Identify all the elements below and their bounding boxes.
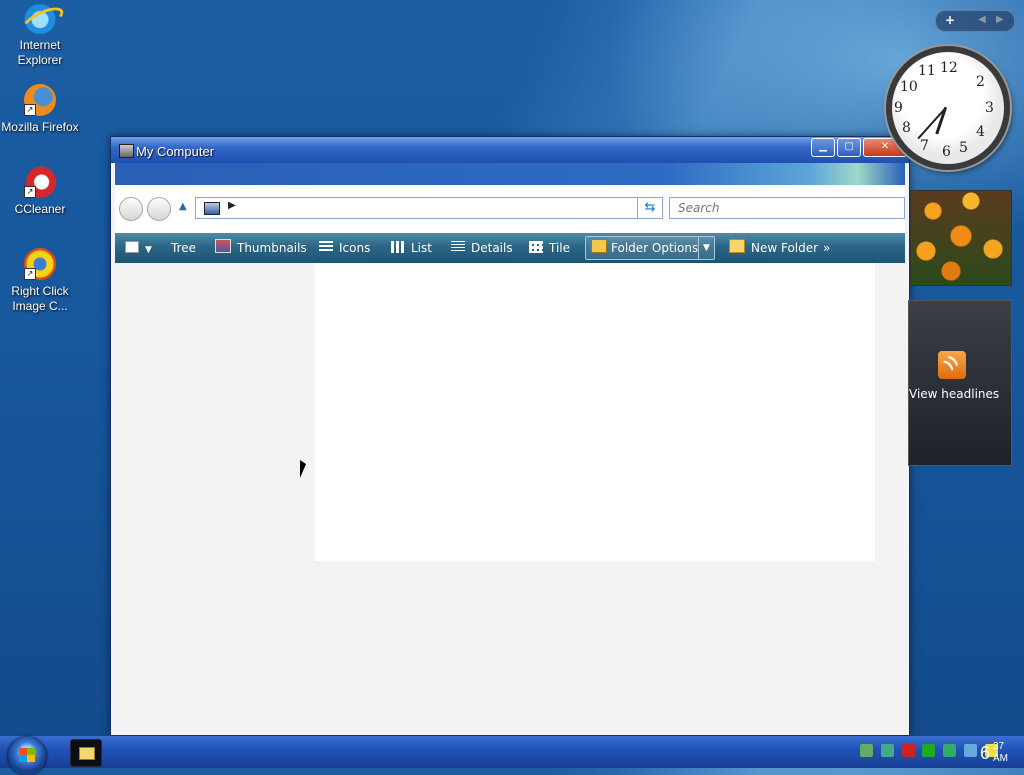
folder-icon (79, 747, 95, 760)
list-button[interactable]: List (391, 239, 432, 257)
up-arrow-icon[interactable]: ▲ (179, 201, 187, 212)
details-view-icon (451, 241, 465, 253)
right-click-image-icon: ↗ (24, 248, 56, 280)
network-icon[interactable] (860, 744, 873, 757)
layout-button[interactable]: ▼ (125, 239, 152, 257)
refresh-button[interactable]: ⇆ (637, 197, 663, 219)
window-title: My Computer (136, 144, 215, 159)
windows-logo-icon (19, 748, 35, 762)
desktop-icon-firefox[interactable]: ↗ Mozilla Firefox (0, 84, 80, 135)
chevron-right-icon: » (823, 241, 831, 255)
desktop-icon-internet-explorer[interactable]: Internet Explorer (0, 2, 80, 68)
tree-button[interactable]: Tree (171, 239, 196, 257)
rss-icon (938, 351, 966, 379)
file-list-pane[interactable] (315, 263, 875, 561)
more-commands-button[interactable]: » (823, 239, 830, 257)
feed-headlines-gadget[interactable]: View headlines (908, 300, 1012, 466)
new-folder-button[interactable]: New Folder (729, 239, 818, 257)
window-titlebar[interactable]: My Computer ▁ ▢ ✕ (111, 137, 909, 163)
list-view-icon (391, 241, 405, 253)
previous-icon[interactable]: ◀ (978, 14, 986, 25)
desktop-icon-ccleaner[interactable]: ↗ CCleaner (0, 166, 80, 217)
minimize-button[interactable]: ▁ (811, 138, 835, 157)
tree-label: Tree (171, 241, 197, 255)
address-field[interactable]: ▶ ▼ (195, 197, 663, 219)
taskbar-explorer-button[interactable] (70, 739, 102, 767)
thumbnails-label: Thumbnails (237, 241, 307, 255)
clock-gadget[interactable]: 12 2 3 4 5 6 7 8 9 10 11 (886, 46, 1010, 170)
new-folder-label: New Folder (751, 241, 819, 255)
clock-ampm: AM (993, 753, 1008, 764)
navigation-pane[interactable] (115, 263, 313, 731)
folder-options-button[interactable]: Folder Options ▼ (585, 236, 715, 260)
desktop-icon-label: Mozilla Firefox (1, 120, 79, 134)
tile-label: Tile (549, 241, 571, 255)
address-bar: ▲ ▶ ▼ ⇆ (115, 185, 905, 233)
next-icon[interactable]: ▶ (996, 14, 1004, 25)
clock-minute: 37 (993, 741, 1005, 752)
taskbar: 6 37 AM (0, 736, 1024, 775)
app-tray-icon[interactable] (964, 744, 978, 757)
mouse-cursor-icon (300, 460, 306, 478)
chevron-down-icon[interactable]: ▼ (698, 237, 714, 259)
computer-icon (204, 202, 220, 215)
maximize-button[interactable]: ▢ (837, 138, 861, 157)
details-button[interactable]: Details (451, 239, 513, 257)
tile-view-icon (529, 241, 543, 253)
start-button[interactable] (8, 737, 46, 775)
shield-icon[interactable] (901, 744, 915, 757)
minute-hand (917, 106, 947, 140)
command-toolbar: ▼ Tree Thumbnails Icons List Details Til… (115, 233, 905, 263)
search-box[interactable] (669, 197, 905, 219)
chevron-down-icon: ▼ (145, 245, 152, 255)
shortcut-arrow-icon: ↗ (24, 268, 36, 280)
forward-button[interactable] (147, 197, 171, 221)
add-gadget-icon[interactable]: + (945, 13, 955, 27)
icons-button[interactable]: Icons (319, 239, 370, 257)
slideshow-gadget[interactable] (910, 190, 1012, 286)
computer-icon (119, 144, 134, 158)
shortcut-arrow-icon: ↗ (24, 186, 36, 198)
menu-strip (115, 163, 905, 185)
explorer-window: My Computer ▁ ▢ ✕ ▲ ▶ ▼ ⇆ ▼ Tree Thumbna… (110, 136, 910, 736)
folder-options-icon (591, 239, 607, 253)
desktop-icon-label: Internet Explorer (17, 38, 63, 67)
monitor-icon[interactable] (880, 744, 894, 757)
shortcut-arrow-icon: ↗ (24, 104, 36, 116)
view-headlines-label: View headlines (909, 387, 1000, 401)
list-label: List (411, 241, 432, 255)
security-icon[interactable] (922, 744, 936, 757)
thumbnails-button[interactable]: Thumbnails (215, 239, 307, 257)
clock-hour: 6 (980, 743, 991, 763)
search-input[interactable] (676, 198, 900, 218)
back-button[interactable] (119, 197, 143, 221)
desktop-icon-label: CCleaner (14, 202, 66, 216)
icons-view-icon (319, 241, 333, 253)
folder-options-label: Folder Options (611, 241, 699, 255)
tile-button[interactable]: Tile (529, 239, 570, 257)
thumbnails-icon (215, 239, 231, 253)
firefox-icon: ↗ (24, 84, 56, 116)
new-folder-icon (729, 239, 745, 253)
icons-label: Icons (339, 241, 371, 255)
layout-icon (125, 241, 139, 253)
sidebar-controls: + ◀ ▶ (935, 10, 1015, 32)
breadcrumb-arrow-icon[interactable]: ▶ (228, 200, 236, 211)
ccleaner-icon: ↗ (24, 166, 56, 198)
internet-explorer-icon (24, 2, 56, 34)
sync-icon[interactable] (943, 744, 957, 757)
desktop-icon-label: Right Click Image C... (11, 284, 69, 313)
details-label: Details (471, 241, 513, 255)
desktop-icon-right-click-image[interactable]: ↗ Right Click Image C... (0, 248, 80, 314)
